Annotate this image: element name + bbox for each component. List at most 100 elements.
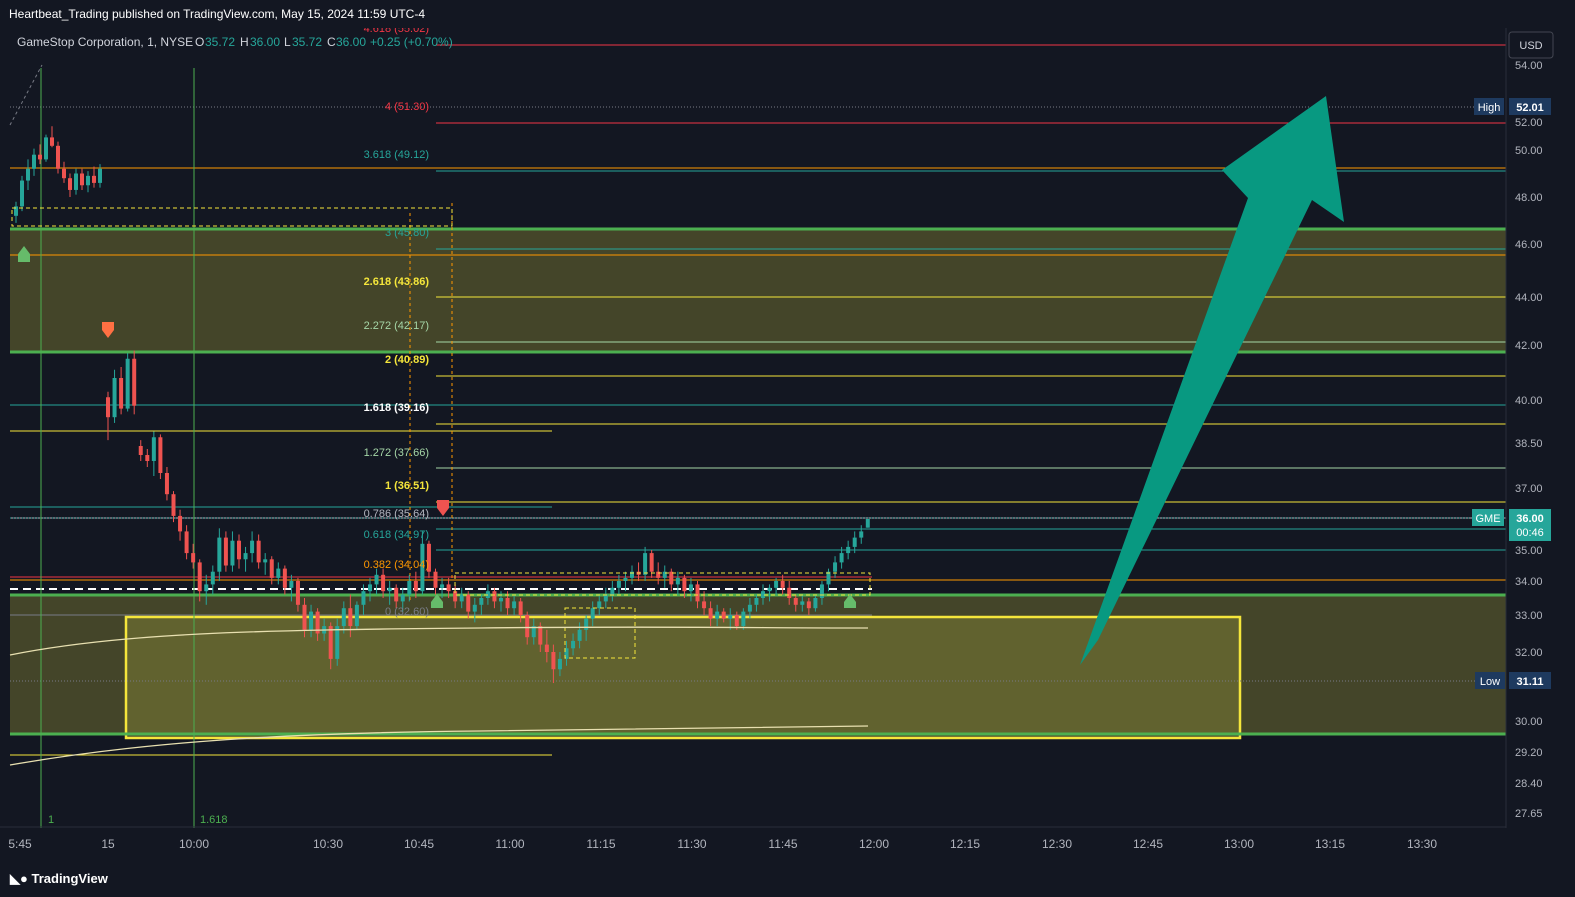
candle-body-87 — [577, 629, 582, 641]
candle-body-130 — [859, 531, 864, 538]
candle-body-16 — [112, 378, 117, 418]
candle-body-71 — [472, 604, 477, 612]
candle-body-46 — [309, 611, 314, 630]
legend-h-label: H — [240, 35, 249, 49]
candle-body-18 — [125, 358, 130, 409]
fib-label-11: 0.618 (34.97) — [364, 529, 429, 541]
fib-time-label-1: 1 — [48, 814, 54, 826]
candle-body-116 — [767, 587, 772, 592]
fib-label-1: 4 (51.30) — [385, 101, 429, 113]
candle-body-82 — [544, 644, 549, 652]
candle-body-123 — [813, 598, 818, 609]
candle-body-67 — [446, 584, 451, 592]
candle-body-4 — [38, 154, 42, 160]
candle-body-66 — [440, 584, 445, 588]
candle-body-41 — [276, 568, 281, 578]
candle-body-20 — [138, 446, 143, 455]
price-tick-1: 52.00 — [1515, 117, 1543, 129]
candle-body-108 — [715, 611, 720, 619]
candle-body-75 — [499, 598, 503, 602]
candle-body-29 — [197, 562, 202, 592]
candle-body-32 — [217, 537, 222, 572]
legend-change: +0.25 (+0.70%) — [370, 35, 453, 49]
high-tag-text: High — [1478, 102, 1501, 114]
fib-label-3: 3 (45.80) — [385, 227, 429, 239]
candle-body-12 — [86, 175, 90, 186]
candle-body-36 — [243, 553, 248, 560]
price-tick-6: 42.00 — [1515, 340, 1543, 352]
gme-countdown-text: 00:46 — [1516, 527, 1544, 539]
footer-bar: ◣● TradingView — [0, 864, 1575, 897]
legend-c-label: C — [327, 35, 336, 49]
candle-body-21 — [145, 455, 150, 461]
time-tick-0: 5:45 — [8, 837, 32, 851]
candle-body-49 — [328, 626, 333, 659]
legend-l-value: 35.72 — [292, 35, 322, 49]
candle-body-104 — [688, 584, 693, 592]
candle-body-31 — [210, 571, 215, 585]
candle-body-110 — [728, 615, 733, 619]
time-tick-13: 13:00 — [1224, 837, 1254, 851]
candle-body-102 — [675, 577, 680, 585]
high-price-text: 52.01 — [1516, 102, 1544, 114]
time-tick-12: 12:45 — [1133, 837, 1163, 851]
candle-body-33 — [223, 537, 228, 566]
candle-body-26 — [178, 515, 183, 532]
candle-body-19 — [132, 358, 137, 406]
time-tick-10: 12:15 — [950, 837, 980, 851]
fib-label-5: 2.272 (42.17) — [364, 320, 429, 332]
candle-body-13 — [92, 175, 96, 183]
low-price-text: 31.11 — [1517, 676, 1544, 688]
candle-body-9 — [68, 178, 72, 190]
candle-body-98 — [649, 553, 654, 572]
candle-body-72 — [479, 598, 484, 605]
price-tick-12: 33.00 — [1515, 610, 1543, 622]
candle-body-38 — [256, 540, 261, 563]
tradingview-logo[interactable]: ◣● TradingView — [10, 871, 108, 887]
candle-body-91 — [603, 594, 608, 602]
candle-body-52 — [348, 608, 353, 627]
candle-body-61 — [407, 581, 412, 595]
tv-logo-icon: ◣● — [10, 871, 28, 886]
candle-body-94 — [623, 577, 628, 581]
candle-body-83 — [551, 652, 556, 670]
time-tick-7: 11:30 — [677, 837, 706, 851]
time-tick-3: 10:30 — [313, 837, 343, 851]
candle-body-125 — [826, 571, 831, 585]
candle-body-53 — [354, 604, 359, 627]
candle-body-1 — [20, 180, 24, 207]
candle-body-56 — [374, 574, 379, 585]
candle-body-89 — [590, 608, 595, 619]
candle-body-57 — [381, 574, 386, 592]
candle-body-60 — [400, 594, 405, 602]
candle-body-11 — [80, 173, 84, 186]
candle-body-120 — [793, 598, 798, 605]
time-tick-2: 10:00 — [179, 837, 209, 851]
candle-body-121 — [800, 601, 805, 605]
tv-brand-text: TradingView — [31, 871, 108, 886]
yellow-target-box — [124, 615, 1242, 740]
candle-body-44 — [295, 581, 300, 605]
candle-body-105 — [695, 584, 700, 602]
time-tick-6: 11:15 — [586, 837, 615, 851]
price-tick-8: 38.50 — [1515, 438, 1543, 450]
candle-body-124 — [819, 584, 824, 598]
candle-body-119 — [787, 587, 792, 598]
candle-body-70 — [466, 594, 471, 612]
candle-body-93 — [616, 581, 621, 588]
candle-body-25 — [171, 494, 176, 516]
price-chart[interactable]: 4.618 (55.02) 4 (51.30) 3.618 (49.12) 3 (45… — [0, 28, 1575, 864]
legend-h-value: 36.00 — [250, 35, 280, 49]
candle-body-22 — [151, 437, 156, 461]
candle-body-129 — [852, 537, 857, 547]
candle-body-81 — [538, 626, 543, 645]
gme-tag-text: GME — [1475, 513, 1500, 525]
price-tick-10: 35.00 — [1515, 545, 1543, 557]
candle-body-127 — [839, 553, 844, 563]
legend-l-label: L — [284, 35, 291, 49]
gme-price-text: 36.00 — [1516, 513, 1544, 525]
time-tick-1: 15 — [101, 837, 115, 851]
candle-body-42 — [282, 568, 287, 588]
candle-body-65 — [433, 571, 438, 588]
fib-label-2: 3.618 (49.12) — [364, 149, 429, 161]
